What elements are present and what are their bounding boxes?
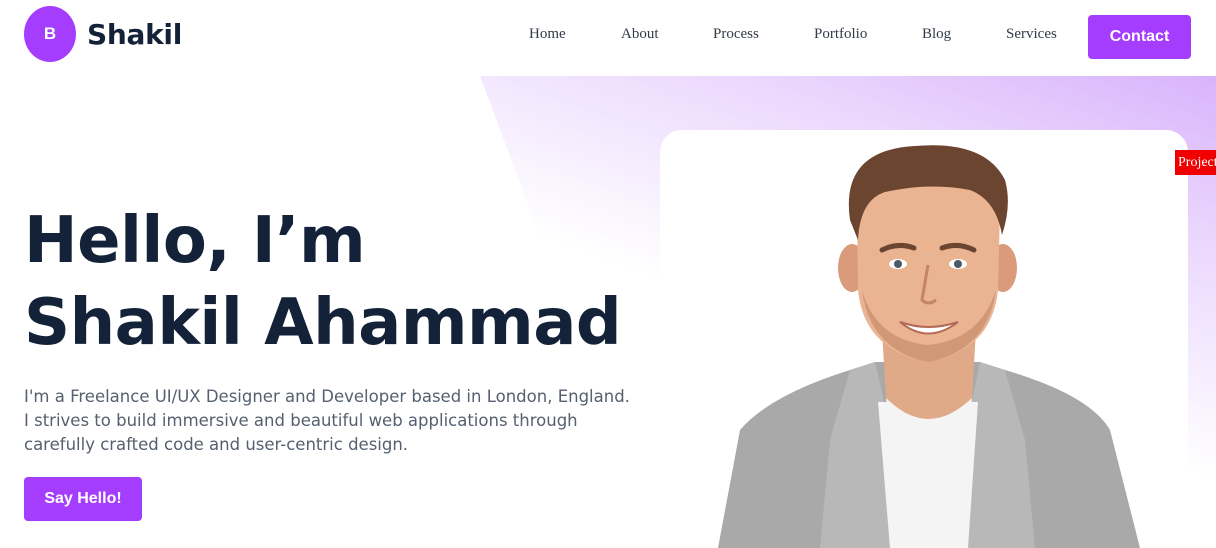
- nav-link-about[interactable]: About: [621, 26, 659, 43]
- logo-name: Shakil: [87, 17, 183, 51]
- nav-link-process[interactable]: Process: [713, 26, 759, 43]
- nav-link-home[interactable]: Home: [529, 26, 566, 43]
- hero-title-line-1: Hello, I’m: [24, 204, 366, 278]
- hero-description: I'm a Freelance UI/UX Designer and Devel…: [24, 387, 630, 454]
- logo[interactable]: B Shakil: [24, 6, 182, 62]
- hero-title-line-2: Shakil Ahammad: [24, 286, 622, 360]
- logo-badge: B: [24, 6, 76, 62]
- portrait-photo: [718, 145, 1140, 548]
- site-header: B Shakil Home About Process Portfolio Bl…: [0, 0, 1216, 76]
- nav-link-services[interactable]: Services: [1006, 26, 1057, 43]
- nav-link-blog[interactable]: Blog: [922, 26, 951, 43]
- contact-button[interactable]: Contact: [1088, 15, 1191, 59]
- say-hello-button[interactable]: Say Hello!: [24, 477, 142, 521]
- nav-link-portfolio[interactable]: Portfolio: [814, 26, 867, 43]
- projects-side-tab[interactable]: Projects: [1175, 150, 1216, 175]
- hero-title: Hello, I’m Shakil Ahammad: [24, 200, 664, 364]
